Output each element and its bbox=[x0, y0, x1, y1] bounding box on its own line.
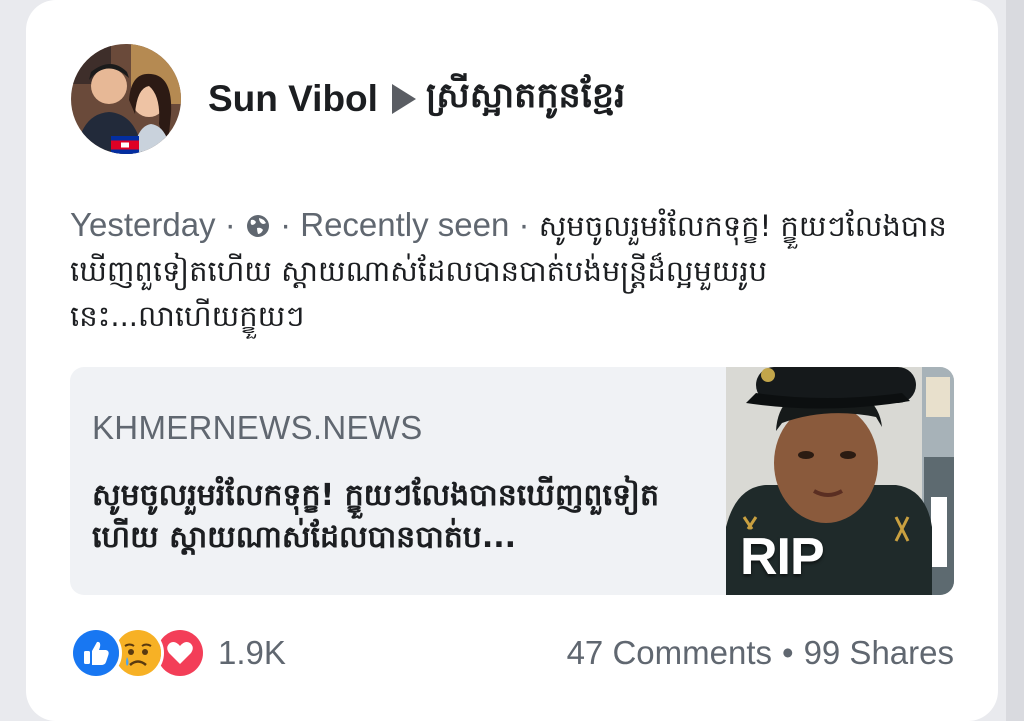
link-thumbnail[interactable]: RIP bbox=[726, 367, 954, 595]
author-avatar[interactable] bbox=[71, 44, 181, 154]
comments-count[interactable]: 47 Comments bbox=[567, 634, 772, 672]
scrollbar-track[interactable] bbox=[1006, 0, 1024, 721]
meta-separator: · bbox=[224, 206, 236, 243]
link-domain: KHMERNEWS.NEWS bbox=[92, 409, 423, 446]
post-body: Yesterday · · Recently seen · សូមចូលរួមរ… bbox=[70, 203, 960, 338]
link-title[interactable]: សូមចូលរួមរំលែកទុក្ខ! ក្ខួយៗលែងបានឃើញពួទៀ… bbox=[92, 475, 712, 559]
shares-count[interactable]: 99 Shares bbox=[804, 634, 954, 672]
reactions-bar[interactable]: 1.9K bbox=[70, 627, 286, 679]
post-timestamp[interactable]: Yesterday bbox=[70, 206, 216, 243]
seen-status: · Recently seen · bbox=[280, 206, 530, 243]
link-info: KHMERNEWS.NEWS សូមចូលរួមរំលែកទុក្ខ! ក្ខួ… bbox=[70, 367, 726, 595]
link-preview[interactable]: KHMERNEWS.NEWS សូមចូលរួមរំលែកទុក្ខ! ក្ខួ… bbox=[70, 367, 954, 595]
like-icon bbox=[70, 627, 122, 679]
page-name[interactable]: ស្រីស្អាតកូនខ្មែរ bbox=[426, 74, 625, 125]
post-card: Sun Vibol ស្រីស្អាតកូនខ្មែរ Yesterday · … bbox=[26, 0, 998, 721]
arrow-right-icon bbox=[391, 84, 416, 114]
globe-icon[interactable] bbox=[245, 213, 271, 239]
post-stats: 47 Comments • 99 Shares bbox=[567, 628, 954, 678]
reaction-count[interactable]: 1.9K bbox=[218, 634, 286, 672]
rip-label: RIP bbox=[740, 528, 825, 586]
stats-separator: • bbox=[782, 634, 794, 671]
author-name[interactable]: Sun Vibol bbox=[208, 78, 378, 120]
post-header: Sun Vibol ស្រីស្អាតកូនខ្មែរ bbox=[208, 74, 625, 124]
